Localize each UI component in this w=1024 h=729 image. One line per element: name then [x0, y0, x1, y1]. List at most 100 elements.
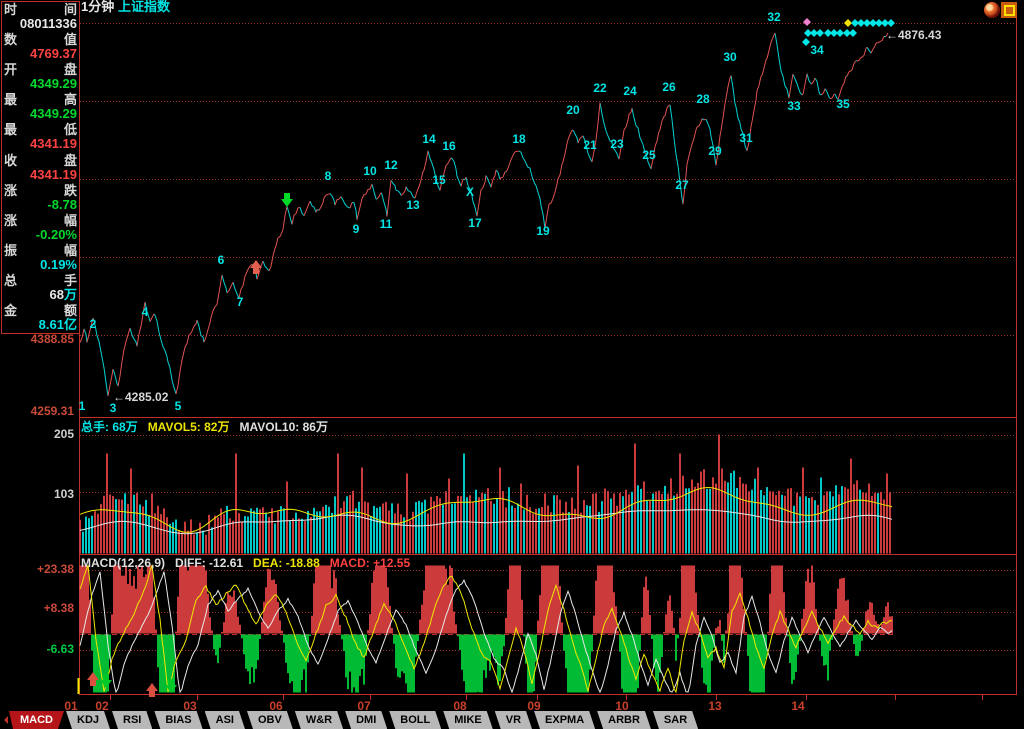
quote-row-label: 涨跌	[2, 184, 79, 198]
tab-kdj[interactable]: KDJ	[66, 711, 110, 729]
wave-label-33: 33	[787, 99, 800, 113]
quote-label-char: 总	[4, 274, 17, 288]
macd-histogram-negative	[92, 635, 862, 693]
chart-canvas	[0, 0, 1024, 729]
volume-header-item: 总手: 68万	[81, 418, 138, 435]
quote-row-label: 收盘	[2, 154, 79, 168]
quote-row: 数值4769.37	[2, 32, 79, 62]
macd-header-item: MACD(12,26,9)	[81, 556, 165, 570]
tab-bias[interactable]: BIAS	[154, 711, 202, 729]
quote-row-label: 数值	[2, 33, 79, 47]
last-price-annotation: ←4876.43	[886, 28, 941, 42]
quote-label-char: 时	[4, 3, 17, 17]
tab-macd[interactable]: MACD	[9, 711, 64, 729]
quote-value: -0.20%	[2, 228, 79, 242]
tab-mike[interactable]: MIKE	[443, 711, 493, 729]
volume-header-item: MAVOL10: 86万	[239, 418, 327, 435]
indicator-tab-bar: MACDKDJRSIBIASASIOBVW&RDMIBOLLMIKEVREXPM…	[0, 711, 1024, 729]
quote-row: 涨跌-8.78	[2, 183, 79, 213]
tab-arbr[interactable]: ARBR	[597, 711, 651, 729]
quote-label-char: 跌	[64, 184, 77, 198]
quote-row-label: 最低	[2, 123, 79, 137]
wave-label-7: 7	[237, 295, 244, 309]
wave-label-27: 27	[675, 178, 688, 192]
tab-wr[interactable]: W&R	[295, 711, 343, 729]
quote-value: 4341.19	[2, 168, 79, 182]
wave-label-26: 26	[662, 80, 675, 94]
volume-header: 总手: 68万 MAVOL5: 82万 MAVOL10: 86万	[81, 418, 328, 435]
wave-label-18: 18	[512, 132, 525, 146]
quote-value: 4349.29	[2, 107, 79, 121]
wave-label-6: 6	[218, 253, 225, 267]
macd-header-item: DEA: -18.88	[253, 556, 320, 570]
tab-vr[interactable]: VR	[495, 711, 532, 729]
tab-dmi[interactable]: DMI	[345, 711, 387, 729]
quote-label-char: 最	[4, 93, 17, 107]
wave-label-4: 4	[142, 305, 149, 319]
quote-label-char: 高	[64, 93, 77, 107]
quote-label-char: 金	[4, 304, 17, 318]
wave-label-10: 10	[363, 164, 376, 178]
period-label[interactable]: 1分钟	[81, 0, 114, 14]
tab-obv[interactable]: OBV	[247, 711, 293, 729]
tab-sar[interactable]: SAR	[653, 711, 698, 729]
signal-arrow-up-icon	[250, 260, 262, 274]
axis-scale-label: +8.38	[0, 602, 74, 614]
macd-header-item: DIFF: -12.61	[175, 556, 243, 570]
wave-label-12: 12	[384, 158, 397, 172]
quote-value: 68万	[2, 288, 79, 302]
quote-row-label: 振幅	[2, 244, 79, 258]
app-window: 1分钟 上证指数 时间08011336数值4769.37开盘4349.29最高4…	[0, 0, 1024, 729]
axis-scale-label: -6.63	[0, 643, 74, 655]
quote-value: 8.61亿	[2, 318, 79, 332]
quote-value: 4349.29	[2, 77, 79, 91]
wave-label-14: 14	[422, 132, 435, 146]
quote-value: 4769.37	[2, 47, 79, 61]
quote-value-unit: 亿	[64, 317, 77, 332]
volume-header-item: MAVOL5: 82万	[148, 418, 230, 435]
tab-rsi[interactable]: RSI	[112, 711, 152, 729]
quote-label-char: 数	[4, 33, 17, 47]
axis-scale-label: 103	[0, 488, 74, 500]
quote-row: 振幅0.19%	[2, 243, 79, 273]
macd-header-item: MACD: +12.55	[330, 556, 410, 570]
tab-boll[interactable]: BOLL	[389, 711, 441, 729]
quote-row-label: 时间	[2, 3, 79, 17]
quote-row: 金额8.61亿	[2, 303, 79, 333]
quote-row-label: 总手	[2, 274, 79, 288]
tab-expma[interactable]: EXPMA	[534, 711, 595, 729]
axis-scale-label: 4259.31	[0, 405, 74, 417]
wave-label-3: 3	[110, 401, 117, 415]
restore-window-glyph	[1004, 5, 1015, 16]
quote-value: 4341.19	[2, 137, 79, 151]
wave-label-1: 1	[79, 399, 86, 413]
wave-label-35: 35	[836, 97, 849, 111]
wave-label-17: 17	[468, 216, 481, 230]
wave-label-30: 30	[723, 50, 736, 64]
wave-label-34: 34	[810, 43, 823, 57]
quote-label-char: 盘	[64, 63, 77, 77]
app-logo-icon[interactable]	[984, 2, 1000, 18]
quote-value: 0.19%	[2, 258, 79, 272]
quote-value: 08011336	[2, 17, 79, 31]
wave-label-5: 5	[175, 399, 182, 413]
wave-label-15: 15	[432, 173, 445, 187]
tab-asi[interactable]: ASI	[205, 711, 245, 729]
macd-header: MACD(12,26,9) DIFF: -12.61 DEA: -18.88 MACD…	[81, 556, 410, 570]
axis-scale-label: 4388.85	[0, 333, 74, 345]
quote-label-char: 盘	[64, 154, 77, 168]
quote-row-label: 金额	[2, 304, 79, 318]
axis-scale-label: +23.38	[0, 563, 74, 575]
quote-label-char: 值	[64, 33, 77, 47]
wave-label-19: 19	[536, 224, 549, 238]
signal-diamond-icon	[887, 19, 895, 27]
quote-label-char: 涨	[4, 184, 17, 198]
restore-window-icon[interactable]	[1001, 2, 1017, 18]
quote-label-char: 收	[4, 154, 17, 168]
symbol-label[interactable]: 上证指数	[118, 0, 170, 14]
wave-label-25: 25	[642, 148, 655, 162]
tab-scroll-left-icon[interactable]	[0, 711, 9, 729]
wave-label-24: 24	[623, 84, 636, 98]
quote-value-unit: 万	[64, 287, 77, 302]
wave-label-X: X	[466, 185, 474, 199]
